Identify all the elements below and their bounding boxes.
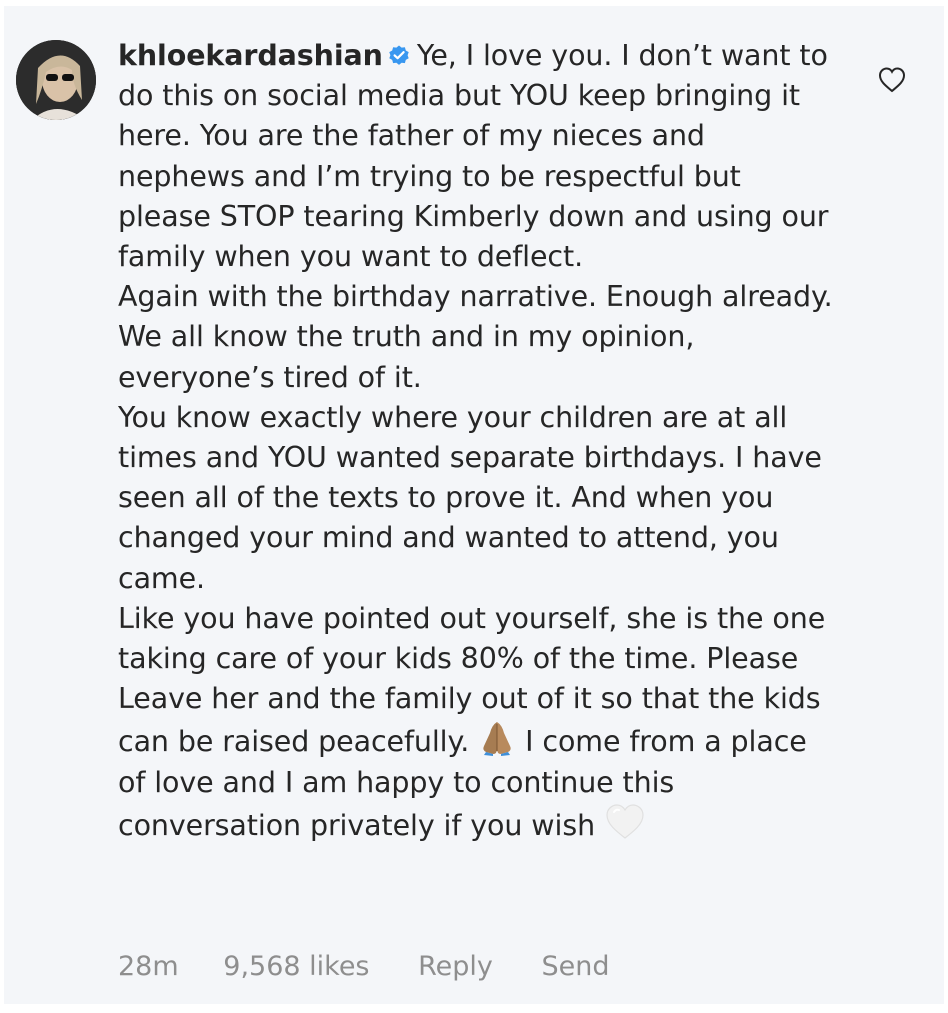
likes-count[interactable]: 9,568 likes bbox=[223, 951, 369, 982]
comment-meta-bar: 28m 9,568 likes Reply Send bbox=[118, 951, 609, 982]
comment-paragraph-2: Again with the birthday narrative. Enoug… bbox=[118, 280, 833, 394]
comment-paragraph-1: khloekardashian Ye, I love you. I don’t … bbox=[118, 36, 838, 277]
comment-body: khloekardashian Ye, I love you. I don’t … bbox=[118, 36, 838, 846]
avatar[interactable] bbox=[16, 40, 96, 120]
username[interactable]: khloekardashian bbox=[118, 39, 383, 72]
screenshot-frame: khloekardashian Ye, I love you. I don’t … bbox=[0, 0, 948, 1013]
verified-badge-icon bbox=[389, 45, 409, 65]
like-heart-icon[interactable] bbox=[876, 64, 908, 96]
comment-paragraph-4: Like you have pointed out yourself, she … bbox=[118, 599, 838, 846]
comment-timestamp: 28m bbox=[118, 951, 179, 982]
comment-text-1: Ye, I love you. I don’t want to do this … bbox=[118, 39, 829, 274]
reply-button[interactable]: Reply bbox=[418, 951, 493, 982]
white-heart-emoji bbox=[606, 804, 644, 839]
comment-card: khloekardashian Ye, I love you. I don’t … bbox=[4, 6, 944, 1004]
avatar-image bbox=[16, 40, 96, 120]
send-button[interactable]: Send bbox=[541, 951, 609, 982]
comment-paragraph-3: You know exactly where your children are… bbox=[118, 400, 822, 595]
folded-hands-emoji bbox=[483, 722, 511, 757]
